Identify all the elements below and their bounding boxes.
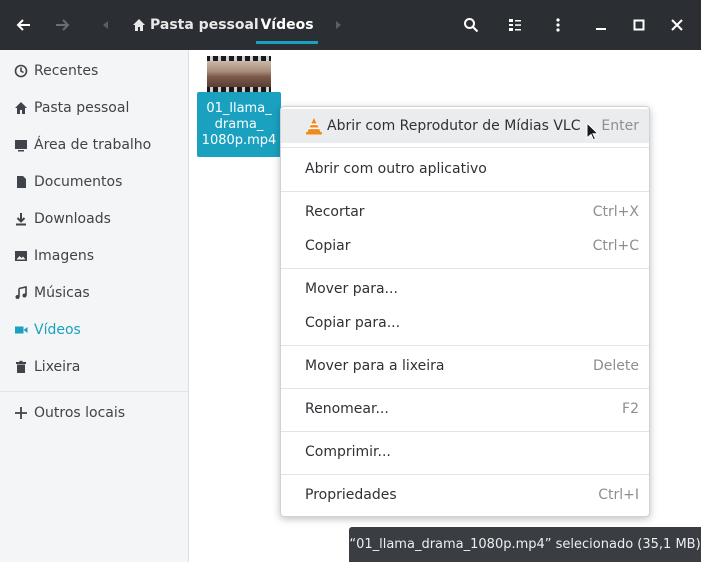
mouse-pointer-icon xyxy=(586,122,598,141)
menu-item-label: Copiar para... xyxy=(305,315,401,331)
sidebar-item-label: Músicas xyxy=(34,285,90,301)
video-thumbnail[interactable] xyxy=(207,56,271,92)
sidebar-item-label: Imagens xyxy=(34,248,95,264)
sidebar-item-videos[interactable]: Vídeos xyxy=(0,312,188,348)
caret-right-icon xyxy=(336,21,341,29)
menu-item-rename[interactable]: Renomear... F2 xyxy=(281,392,649,426)
menu-separator xyxy=(281,268,649,269)
menu-separator xyxy=(281,474,649,475)
file-name-line: drama_ xyxy=(214,116,264,132)
menu-item-accel: Ctrl+I xyxy=(598,487,639,503)
menu-item-label: Abrir com Reprodutor de Mídias VLC xyxy=(327,118,581,134)
menu-separator xyxy=(281,147,649,148)
menu-separator xyxy=(281,388,649,389)
menu-item-label: Renomear... xyxy=(305,401,389,417)
menu-separator xyxy=(281,191,649,192)
document-icon xyxy=(13,174,29,190)
menu-separator xyxy=(281,431,649,432)
breadcrumb-scroll-left[interactable] xyxy=(86,0,126,50)
sidebar-item-downloads[interactable]: Downloads xyxy=(0,201,188,237)
home-icon xyxy=(13,100,29,116)
menu-item-move-to-trash[interactable]: Mover para a lixeira Delete xyxy=(281,349,649,383)
menu-item-copy-to[interactable]: Copiar para... xyxy=(281,306,649,340)
video-camera-icon xyxy=(13,322,29,338)
file-name-line: 01_llama_ xyxy=(206,100,272,116)
home-icon xyxy=(133,19,145,31)
sidebar-item-label: Outros locais xyxy=(34,405,126,421)
minimize-button[interactable] xyxy=(581,0,621,50)
menu-button[interactable] xyxy=(538,0,578,50)
menu-item-properties[interactable]: Propriedades Ctrl+I xyxy=(281,478,649,512)
download-icon xyxy=(13,211,29,227)
menu-item-move-to[interactable]: Mover para... xyxy=(281,272,649,306)
menu-item-open-other[interactable]: Abrir com outro aplicativo xyxy=(281,152,649,186)
menu-item-accel: Ctrl+C xyxy=(592,238,639,254)
sidebar-item-label: Área de trabalho xyxy=(34,137,152,153)
search-button[interactable] xyxy=(451,0,491,50)
menu-item-accel: Enter xyxy=(601,118,639,134)
menu-item-label: Comprimir... xyxy=(305,444,391,460)
menu-item-cut[interactable]: Recortar Ctrl+X xyxy=(281,195,649,229)
minimize-icon xyxy=(596,28,606,30)
sidebar-item-label: Documentos xyxy=(34,174,123,190)
sidebar-item-label: Recentes xyxy=(34,63,99,79)
desktop-icon xyxy=(13,137,29,153)
header-bar: Pasta pessoal Vídeos xyxy=(0,0,701,50)
sidebar-item-lixeira[interactable]: Lixeira xyxy=(0,349,188,385)
menu-item-label: Copiar xyxy=(305,238,351,254)
list-view-icon xyxy=(509,19,521,31)
sidebar-item-label: Downloads xyxy=(34,211,111,227)
menu-item-label: Mover para... xyxy=(305,281,398,297)
breadcrumb-home-label: Pasta pessoal xyxy=(150,17,259,33)
music-icon xyxy=(13,285,29,301)
arrow-right-icon xyxy=(56,19,70,31)
file-name-label[interactable]: 01_llama_ drama_ 1080p.mp4 xyxy=(197,92,281,157)
menu-item-label: Mover para a lixeira xyxy=(305,358,445,374)
clock-icon xyxy=(13,63,29,79)
breadcrumb-home[interactable]: Pasta pessoal xyxy=(132,0,259,50)
sidebar-item-label: Vídeos xyxy=(34,322,81,338)
view-toggle-button[interactable] xyxy=(495,0,535,50)
thumbnail-image xyxy=(207,61,271,87)
sidebar-item-musicas[interactable]: Músicas xyxy=(0,275,188,311)
menu-separator xyxy=(281,345,649,346)
plus-icon xyxy=(13,405,29,421)
search-icon xyxy=(464,18,479,33)
sidebar-item-area-de-trabalho[interactable]: Área de trabalho xyxy=(0,127,188,163)
caret-left-icon xyxy=(103,21,108,29)
menu-item-label: Propriedades xyxy=(305,487,397,503)
sidebar-item-recentes[interactable]: Recentes xyxy=(0,53,188,89)
breadcrumb-scroll-right[interactable] xyxy=(318,0,358,50)
sidebar-item-imagens[interactable]: Imagens xyxy=(0,238,188,274)
image-icon xyxy=(13,248,29,264)
kebab-menu-icon xyxy=(556,18,560,32)
sidebar-item-outros-locais[interactable]: Outros locais xyxy=(0,395,188,431)
vlc-icon xyxy=(306,118,322,135)
selection-status: “01_llama_drama_1080p.mp4” selecionado (… xyxy=(349,527,701,562)
forward-button[interactable] xyxy=(42,0,82,50)
sidebar-item-documentos[interactable]: Documentos xyxy=(0,164,188,200)
context-menu: Abrir com Reprodutor de Mídias VLC Enter… xyxy=(280,106,650,517)
close-button[interactable] xyxy=(657,0,697,50)
menu-item-label: Abrir com outro aplicativo xyxy=(305,161,487,177)
sidebar-item-label: Pasta pessoal xyxy=(34,100,130,116)
maximize-button[interactable] xyxy=(619,0,659,50)
menu-item-accel: Ctrl+X xyxy=(592,204,639,220)
menu-item-accel: F2 xyxy=(622,401,639,417)
menu-item-compress[interactable]: Comprimir... xyxy=(281,435,649,469)
sidebar-divider xyxy=(0,391,188,392)
menu-item-label: Recortar xyxy=(305,204,365,220)
menu-item-copy[interactable]: Copiar Ctrl+C xyxy=(281,229,649,263)
trash-icon xyxy=(13,359,29,375)
close-icon xyxy=(671,19,683,31)
sidebar-item-pasta-pessoal[interactable]: Pasta pessoal xyxy=(0,90,188,126)
sidebar: Recentes Pasta pessoal Área de trabalho … xyxy=(0,50,189,562)
file-name-line: 1080p.mp4 xyxy=(201,132,277,148)
menu-item-accel: Delete xyxy=(593,358,639,374)
back-button[interactable] xyxy=(4,0,44,50)
maximize-icon xyxy=(633,19,645,31)
breadcrumb-active-indicator xyxy=(256,41,318,44)
sidebar-item-label: Lixeira xyxy=(34,359,81,375)
arrow-left-icon xyxy=(16,19,30,31)
